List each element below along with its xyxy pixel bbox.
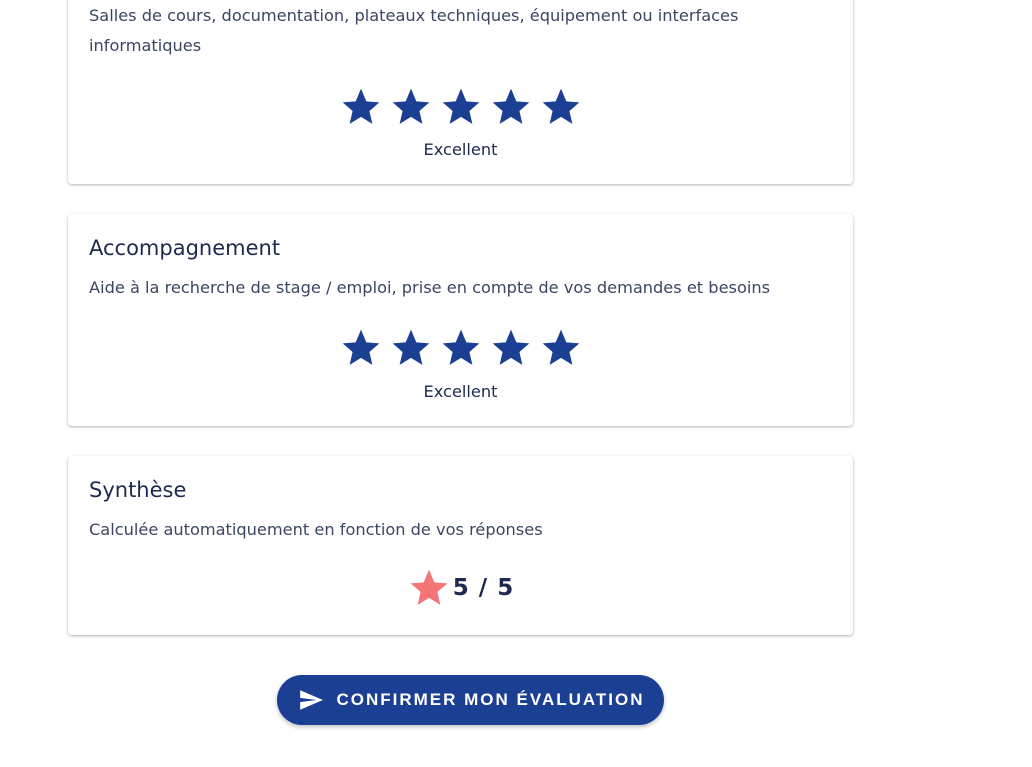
criterion-card-accompagnement: Accompagnement Aide à la recherche de st… <box>68 214 853 426</box>
confirm-evaluation-button[interactable]: CONFIRMER MON ÉVALUATION <box>277 675 664 725</box>
summary-score: 5 / 5 <box>452 575 515 601</box>
star-rating[interactable] <box>68 85 853 129</box>
star-5-icon[interactable] <box>536 326 586 370</box>
evaluation-page: Salles de cours, documentation, plateaux… <box>0 0 1032 767</box>
criterion-title: Accompagnement <box>89 236 281 260</box>
star-5-icon[interactable] <box>536 85 586 129</box>
summary-description: Calculée automatiquement en fonction de … <box>89 520 543 539</box>
summary-title: Synthèse <box>89 478 187 502</box>
star-2-icon[interactable] <box>386 326 436 370</box>
send-icon <box>300 690 324 710</box>
summary-score-row: 5 / 5 <box>68 566 853 610</box>
criterion-description: Aide à la recherche de stage / emploi, p… <box>89 278 771 297</box>
star-4-icon[interactable] <box>486 326 536 370</box>
star-3-icon[interactable] <box>436 326 486 370</box>
star-4-icon[interactable] <box>486 85 536 129</box>
star-2-icon[interactable] <box>386 85 436 129</box>
summary-card: Synthèse Calculée automatiquement en fon… <box>68 456 853 635</box>
star-1-icon[interactable] <box>336 85 386 129</box>
star-3-icon[interactable] <box>436 85 486 129</box>
star-rating[interactable] <box>68 326 853 370</box>
star-icon <box>407 566 451 610</box>
criterion-card-infrastructure: Salles de cours, documentation, plateaux… <box>68 0 853 184</box>
rating-label: Excellent <box>423 140 498 159</box>
star-1-icon[interactable] <box>336 326 386 370</box>
criterion-description: Salles de cours, documentation, plateaux… <box>89 6 739 55</box>
rating-label: Excellent <box>423 382 498 401</box>
confirm-button-label: CONFIRMER MON ÉVALUATION <box>336 690 645 709</box>
